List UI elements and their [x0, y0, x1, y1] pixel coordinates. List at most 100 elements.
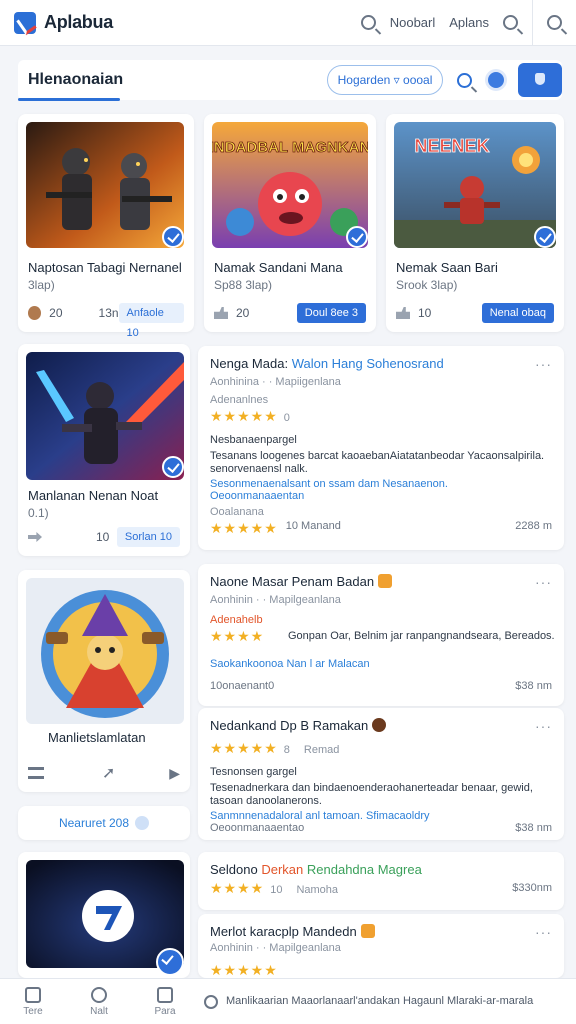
review-label: Tesnonsen gargel: [210, 766, 297, 778]
game-action-button[interactable]: Nenal obaq: [481, 303, 554, 323]
more-options-icon[interactable]: ···: [535, 356, 552, 372]
chat-bubble-icon: [204, 994, 218, 1009]
top-bar: Aplabua Noobarl Aplans: [0, 0, 576, 46]
search-input[interactable]: Hogarden ▿ oooal: [327, 65, 443, 95]
star-rating: ★★★★★: [210, 962, 278, 978]
share-icon[interactable]: [28, 532, 42, 542]
review-foot: $330nm: [210, 882, 552, 894]
game-thumbnail[interactable]: NEENEK: [394, 122, 556, 248]
more-options-icon[interactable]: ···: [535, 718, 552, 734]
verified-badge-icon: [162, 226, 184, 248]
review-foot: 10onaenant0 $38 nm: [210, 680, 552, 692]
search-icon-2[interactable]: [503, 15, 518, 30]
verified-badge-icon: [534, 226, 556, 248]
search-submit-icon[interactable]: [457, 72, 472, 88]
thumbnail-art-soldiers: [26, 122, 184, 248]
location-icon[interactable]: [488, 72, 504, 88]
review-meta: Aonhinin · · Mapilgeanlana: [210, 942, 341, 954]
review-title[interactable]: Nenga Mada: Walon Hang Sohenosrand: [210, 356, 444, 371]
review-link[interactable]: Sanmnnenadaloral anl tamoan. Sfimacaoldr…: [210, 810, 430, 822]
thumbnail-art-robot: NEENEK: [394, 122, 556, 248]
search-icon: [91, 986, 107, 1003]
promo-label: Nearuret 208: [58, 816, 130, 830]
review-card-3[interactable]: Nedankand Dp B Ramakan ··· ★★★★★ 8 Remad T…: [198, 708, 564, 840]
game-thumbnail[interactable]: [26, 122, 184, 248]
game-card-1[interactable]: Naptosan Tabagi Nernanel 3lap) 20 13n An…: [18, 114, 194, 339]
tab-library[interactable]: Para: [132, 986, 198, 1017]
review-body: Gonpan Oar, Belnim jar ranpangnandseara,…: [288, 630, 555, 642]
review-link[interactable]: Sesonmenaenalsant on ssam dam Nesanaenon…: [210, 478, 448, 490]
game-title[interactable]: Nemak Saan Bari: [396, 260, 498, 275]
app-title: Aplabua: [44, 12, 113, 32]
review-title[interactable]: Naone Masar Penam Badan: [210, 574, 393, 589]
flag-icon[interactable]: ▶: [169, 765, 180, 782]
game-card-2[interactable]: INDADBAL MAGNKAN Namak Sandani Mana Sp88…: [204, 114, 376, 332]
nav-link-1[interactable]: Noobarl: [390, 15, 436, 30]
game-action-button[interactable]: Doul 8ee 3: [296, 303, 366, 323]
like-icon[interactable]: [214, 307, 228, 319]
game-count: 20: [236, 306, 250, 320]
search-icon[interactable]: [360, 15, 376, 30]
review-title[interactable]: Merlot karacplp Mandedn: [210, 924, 375, 939]
star-rating: ★★★★: [210, 628, 265, 644]
search-row: Hlenaonaian Hogarden ▿ oooal: [18, 60, 562, 101]
game-count: 20: [49, 306, 63, 320]
verified-badge-icon: [156, 948, 184, 976]
divider: [532, 0, 533, 46]
more-options-icon[interactable]: ···: [535, 574, 552, 590]
svg-text:NEENEK: NEENEK: [414, 136, 489, 156]
review-link-2[interactable]: Oeoonmanaaentan: [210, 490, 304, 502]
badge-icon: [372, 718, 387, 732]
review-foot: ★★★★★ 10 Manand 2288 m: [210, 520, 552, 536]
review-foot-label: Ooalanana: [210, 506, 264, 518]
game-card-6[interactable]: [18, 852, 190, 978]
game-title[interactable]: Namak Sandani Mana: [214, 260, 343, 275]
thumbnail-art-wizard: [26, 578, 184, 724]
primary-action-button[interactable]: [518, 63, 562, 97]
game-subtitle: 0.1): [28, 506, 49, 520]
list-icon[interactable]: [28, 767, 44, 779]
game-title[interactable]: Manlietslamlatan: [48, 730, 146, 745]
badge-icon: [360, 924, 375, 938]
active-tab[interactable]: Hlenaonaian: [18, 60, 123, 101]
review-card-5[interactable]: Merlot karacplp Mandedn ··· Aonhinin · ·…: [198, 914, 564, 978]
game-thumbnail[interactable]: INDADBAL MAGNKAN: [212, 122, 368, 248]
tab-search[interactable]: Nalt: [66, 986, 132, 1017]
price: $38 nm: [515, 822, 552, 834]
game-title[interactable]: Naptosan Tabagi Nernanel: [28, 260, 182, 275]
promo-pill[interactable]: Nearuret 208: [18, 806, 190, 840]
review-card-4[interactable]: Seldono Derkan Rendahdna Magrea ★★★★ 10 Na…: [198, 852, 564, 910]
game-action-button[interactable]: Anfaole 10: [118, 303, 184, 339]
nav-link-2[interactable]: Aplans: [449, 15, 489, 30]
info-icon: [135, 816, 150, 830]
bottom-nav: Tere Nalt Para Manlikaarian Maaorlanaarl…: [0, 978, 576, 1024]
like-icon[interactable]: [396, 307, 410, 319]
game-count: 10: [418, 306, 432, 320]
review-card-2[interactable]: Naone Masar Penam Badan ··· Aonhinin · ·…: [198, 564, 564, 706]
badge-icon: [378, 574, 393, 588]
review-body: Tesanans loogenes barcat kaoaebanAiatata…: [210, 450, 545, 475]
game-meta: 10: [96, 530, 110, 544]
game-card-4[interactable]: Manlanan Nenan Noat 0.1) 10 Sorlan 10: [18, 344, 190, 556]
app-logo-icon: [14, 11, 36, 34]
verified-badge-icon: [162, 456, 184, 478]
tab-home[interactable]: Tere: [0, 986, 66, 1017]
game-subtitle: Sp88 3lap): [214, 278, 273, 292]
review-section-label: Adenahelb: [210, 614, 263, 626]
verified-badge-icon: [346, 226, 368, 248]
search-icon-3[interactable]: [547, 15, 562, 30]
bottom-message[interactable]: Manlikaarian Maaorlanaarl'andakan Hagaun…: [204, 994, 534, 1009]
more-options-icon[interactable]: ···: [535, 924, 552, 940]
game-card-3[interactable]: NEENEK Nemak Saan Bari Srook 3lap) 10 Ne…: [386, 114, 564, 332]
game-action-button[interactable]: Sorlan 10: [116, 527, 180, 547]
game-thumbnail[interactable]: [26, 578, 184, 724]
review-card-1[interactable]: Nenga Mada: Walon Hang Sohenosrand ··· A…: [198, 346, 564, 550]
review-title[interactable]: Seldono Derkan Rendahdna Magrea: [210, 862, 422, 877]
library-icon: [157, 986, 173, 1003]
game-thumbnail[interactable]: [26, 352, 184, 480]
game-card-5[interactable]: Manlietslamlatan ➚ ▶: [18, 570, 190, 792]
share-icon[interactable]: ➚: [102, 763, 115, 783]
review-title[interactable]: Nedankand Dp B Ramakan: [210, 718, 387, 733]
review-link[interactable]: Saokankoonoa Nan l ar Malacan: [210, 658, 370, 670]
game-title[interactable]: Manlanan Nenan Noat: [28, 488, 158, 503]
